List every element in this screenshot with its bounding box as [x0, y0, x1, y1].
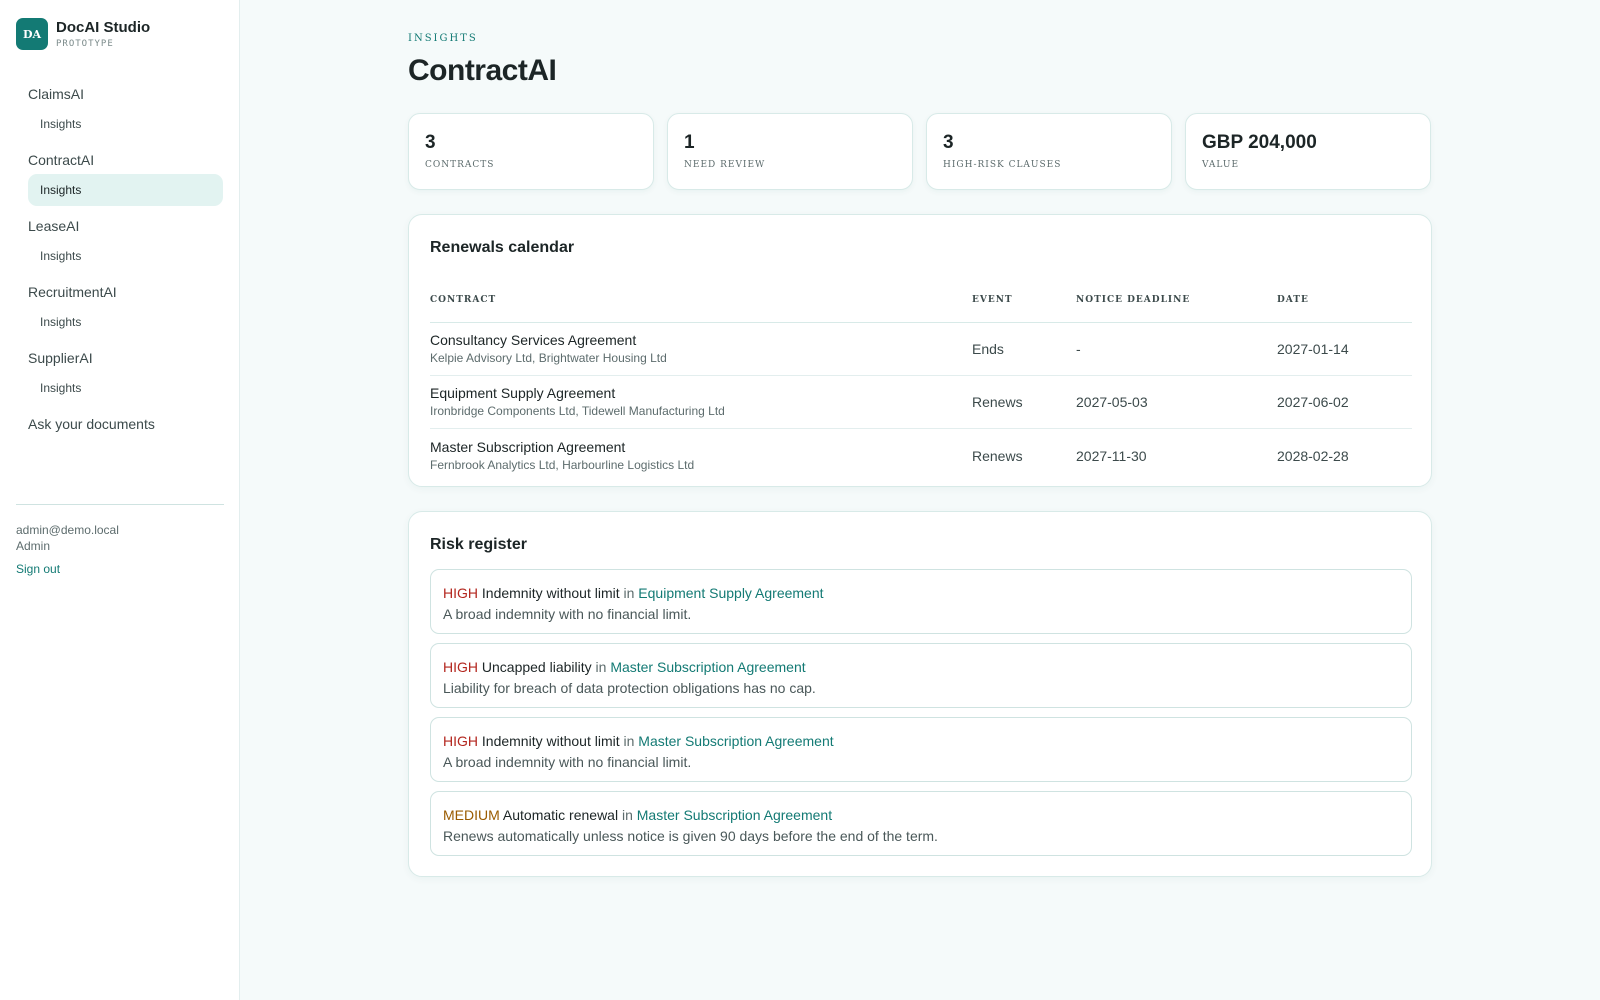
stat-label: VALUE: [1202, 160, 1240, 170]
sidebar-nav: ClaimsAI Insights ContractAI Insights Le…: [28, 80, 223, 438]
stat-card-value: GBP 204,000 VALUE: [1185, 113, 1431, 190]
stats-row: 3 CONTRACTS 1 NEED REVIEW 3 HIGH-RISK CL…: [408, 113, 1432, 190]
contract-link[interactable]: Master Subscription Agreement: [637, 807, 832, 823]
clause-title: Uncapped liability: [481, 659, 592, 675]
table-header: CONTRACT EVENT NOTICE DEADLINE DATE: [430, 281, 1412, 323]
in-word: in: [623, 733, 635, 749]
column-header-event: EVENT: [972, 294, 1013, 305]
renewals-panel: Renewals calendar CONTRACT EVENT NOTICE …: [408, 214, 1432, 487]
sidebar-item-claimsai[interactable]: ClaimsAI: [28, 80, 223, 108]
notice-deadline-cell: 2027-05-03: [1076, 394, 1148, 410]
nav-group-recruitmentai: RecruitmentAI Insights: [28, 278, 223, 338]
date-cell: 2027-01-14: [1277, 341, 1349, 357]
severity-badge: MEDIUM: [443, 807, 500, 823]
contract-name: Equipment Supply Agreement: [430, 385, 616, 401]
stat-card-contracts: 3 CONTRACTS: [408, 113, 654, 190]
sidebar-item-contractai[interactable]: ContractAI: [28, 146, 223, 174]
stat-label: CONTRACTS: [425, 160, 495, 170]
risk-description: Liability for breach of data protection …: [443, 680, 816, 696]
contract-parties: Ironbridge Components Ltd, Tidewell Manu…: [430, 404, 725, 418]
stat-label: HIGH-RISK CLAUSES: [943, 160, 1062, 170]
contract-name: Consultancy Services Agreement: [430, 332, 637, 348]
nav-group-claimsai: ClaimsAI Insights: [28, 80, 223, 140]
risk-item: HIGH Indemnity without limit in Equipmen…: [430, 569, 1412, 634]
risk-register-panel: Risk register HIGH Indemnity without lim…: [408, 511, 1432, 877]
sidebar-item-supplierai-insights[interactable]: Insights: [28, 372, 223, 404]
contract-parties: Kelpie Advisory Ltd, Brightwater Housing…: [430, 351, 667, 365]
severity-badge: HIGH: [443, 733, 478, 749]
user-email: admin@demo.local: [16, 523, 119, 537]
renewals-title: Renewals calendar: [430, 239, 575, 256]
stat-card-high-risk-clauses: 3 HIGH-RISK CLAUSES: [926, 113, 1172, 190]
date-cell: 2028-02-28: [1277, 447, 1349, 464]
sidebar-divider: [16, 504, 224, 505]
risk-item: MEDIUM Automatic renewal in Master Subsc…: [430, 791, 1412, 856]
risk-item: HIGH Indemnity without limit in Master S…: [430, 717, 1412, 782]
sidebar-item-leaseai[interactable]: LeaseAI: [28, 212, 223, 240]
sidebar-item-ask-documents[interactable]: Ask your documents: [28, 410, 223, 438]
sidebar-item-claimsai-insights[interactable]: Insights: [28, 108, 223, 140]
brand-tag: PROTOTYPE: [56, 39, 114, 49]
sidebar-item-recruitmentai[interactable]: RecruitmentAI: [28, 278, 223, 306]
risk-item: HIGH Uncapped liability in Master Subscr…: [430, 643, 1412, 708]
contract-name: Master Subscription Agreement: [430, 438, 626, 455]
stat-value: 1: [684, 132, 695, 153]
stat-label: NEED REVIEW: [684, 160, 766, 170]
sidebar-item-contractai-insights[interactable]: Insights: [28, 174, 223, 206]
stat-value: 3: [425, 132, 436, 153]
in-word: in: [623, 585, 635, 601]
nav-group-leaseai: LeaseAI Insights: [28, 212, 223, 272]
sidebar-item-supplierai[interactable]: SupplierAI: [28, 344, 223, 372]
stat-value: GBP 204,000: [1202, 132, 1317, 153]
user-role: Admin: [16, 539, 51, 553]
table-row[interactable]: Master Subscription Agreement Fernbrook …: [430, 429, 1412, 482]
column-header-contract: CONTRACT: [430, 294, 497, 305]
severity-badge: HIGH: [443, 585, 478, 601]
column-header-date: DATE: [1277, 294, 1309, 305]
risk-description: A broad indemnity with no financial limi…: [443, 606, 692, 622]
risk-list: HIGH Indemnity without limit in Equipmen…: [430, 569, 1412, 865]
table-row[interactable]: Consultancy Services Agreement Kelpie Ad…: [430, 323, 1412, 376]
risk-description: Renews automatically unless notice is gi…: [443, 828, 938, 844]
column-header-notice-deadline: NOTICE DEADLINE: [1076, 294, 1191, 305]
in-word: in: [621, 807, 633, 823]
contract-parties: Fernbrook Analytics Ltd, Harbourline Log…: [430, 457, 695, 472]
notice-deadline-cell: 2027-11-30: [1076, 447, 1147, 464]
date-cell: 2027-06-02: [1277, 394, 1349, 410]
nav-group-contractai: ContractAI Insights: [28, 146, 223, 206]
clause-title: Automatic renewal: [502, 807, 619, 823]
clause-title: Indemnity without limit: [481, 585, 620, 601]
renewals-table: CONTRACT EVENT NOTICE DEADLINE DATE Cons…: [430, 281, 1412, 482]
clause-title: Indemnity without limit: [481, 733, 620, 749]
table-row[interactable]: Equipment Supply Agreement Ironbridge Co…: [430, 376, 1412, 429]
sign-out-link[interactable]: Sign out: [16, 562, 60, 576]
stat-card-need-review: 1 NEED REVIEW: [667, 113, 913, 190]
event-cell: Renews: [972, 394, 1023, 410]
sidebar: DA DocAI Studio PROTOTYPE ClaimsAI Insig…: [0, 0, 240, 1000]
user-block: admin@demo.local Admin Sign out: [16, 522, 119, 578]
notice-deadline-cell: -: [1076, 341, 1081, 357]
sidebar-item-recruitmentai-insights[interactable]: Insights: [28, 306, 223, 338]
severity-badge: HIGH: [443, 659, 478, 675]
in-word: in: [595, 659, 607, 675]
contract-link[interactable]: Equipment Supply Agreement: [638, 585, 823, 601]
contract-link[interactable]: Master Subscription Agreement: [638, 733, 833, 749]
page-title: ContractAI: [408, 54, 557, 87]
brand[interactable]: DA DocAI Studio PROTOTYPE: [16, 18, 150, 50]
event-cell: Renews: [972, 447, 1023, 464]
brand-logo: DA: [16, 18, 48, 50]
contract-link[interactable]: Master Subscription Agreement: [610, 659, 805, 675]
stat-value: 3: [943, 132, 954, 153]
event-cell: Ends: [972, 341, 1004, 357]
page-eyebrow: INSIGHTS: [408, 33, 478, 44]
risk-register-title: Risk register: [430, 536, 527, 553]
sidebar-item-leaseai-insights[interactable]: Insights: [28, 240, 223, 272]
brand-name: DocAI Studio: [56, 19, 151, 36]
nav-group-supplierai: SupplierAI Insights: [28, 344, 223, 404]
risk-description: A broad indemnity with no financial limi…: [443, 754, 692, 770]
